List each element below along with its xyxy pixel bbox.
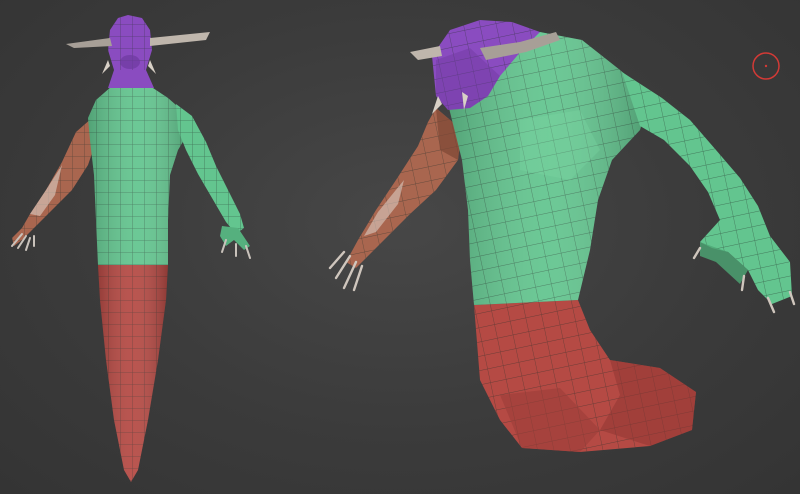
tail-mesh-perspective	[474, 300, 696, 452]
arm-mesh-perspective-left	[346, 108, 462, 268]
head-mesh-front	[108, 15, 152, 70]
model-front-view[interactable]	[11, 15, 251, 482]
torso-mesh-front	[88, 86, 190, 265]
tail-mesh-front	[98, 265, 168, 482]
model-three-quarter-view[interactable]	[328, 20, 796, 452]
arm-mesh-front-right	[176, 104, 250, 250]
brush-circle-icon[interactable]	[752, 52, 780, 80]
3d-viewport[interactable]	[0, 0, 800, 494]
arm-mesh-front-left	[12, 118, 100, 246]
neck-mesh-front	[108, 70, 154, 88]
arm-mesh-perspective-right	[622, 72, 792, 304]
viewport-canvas[interactable]	[0, 0, 800, 494]
